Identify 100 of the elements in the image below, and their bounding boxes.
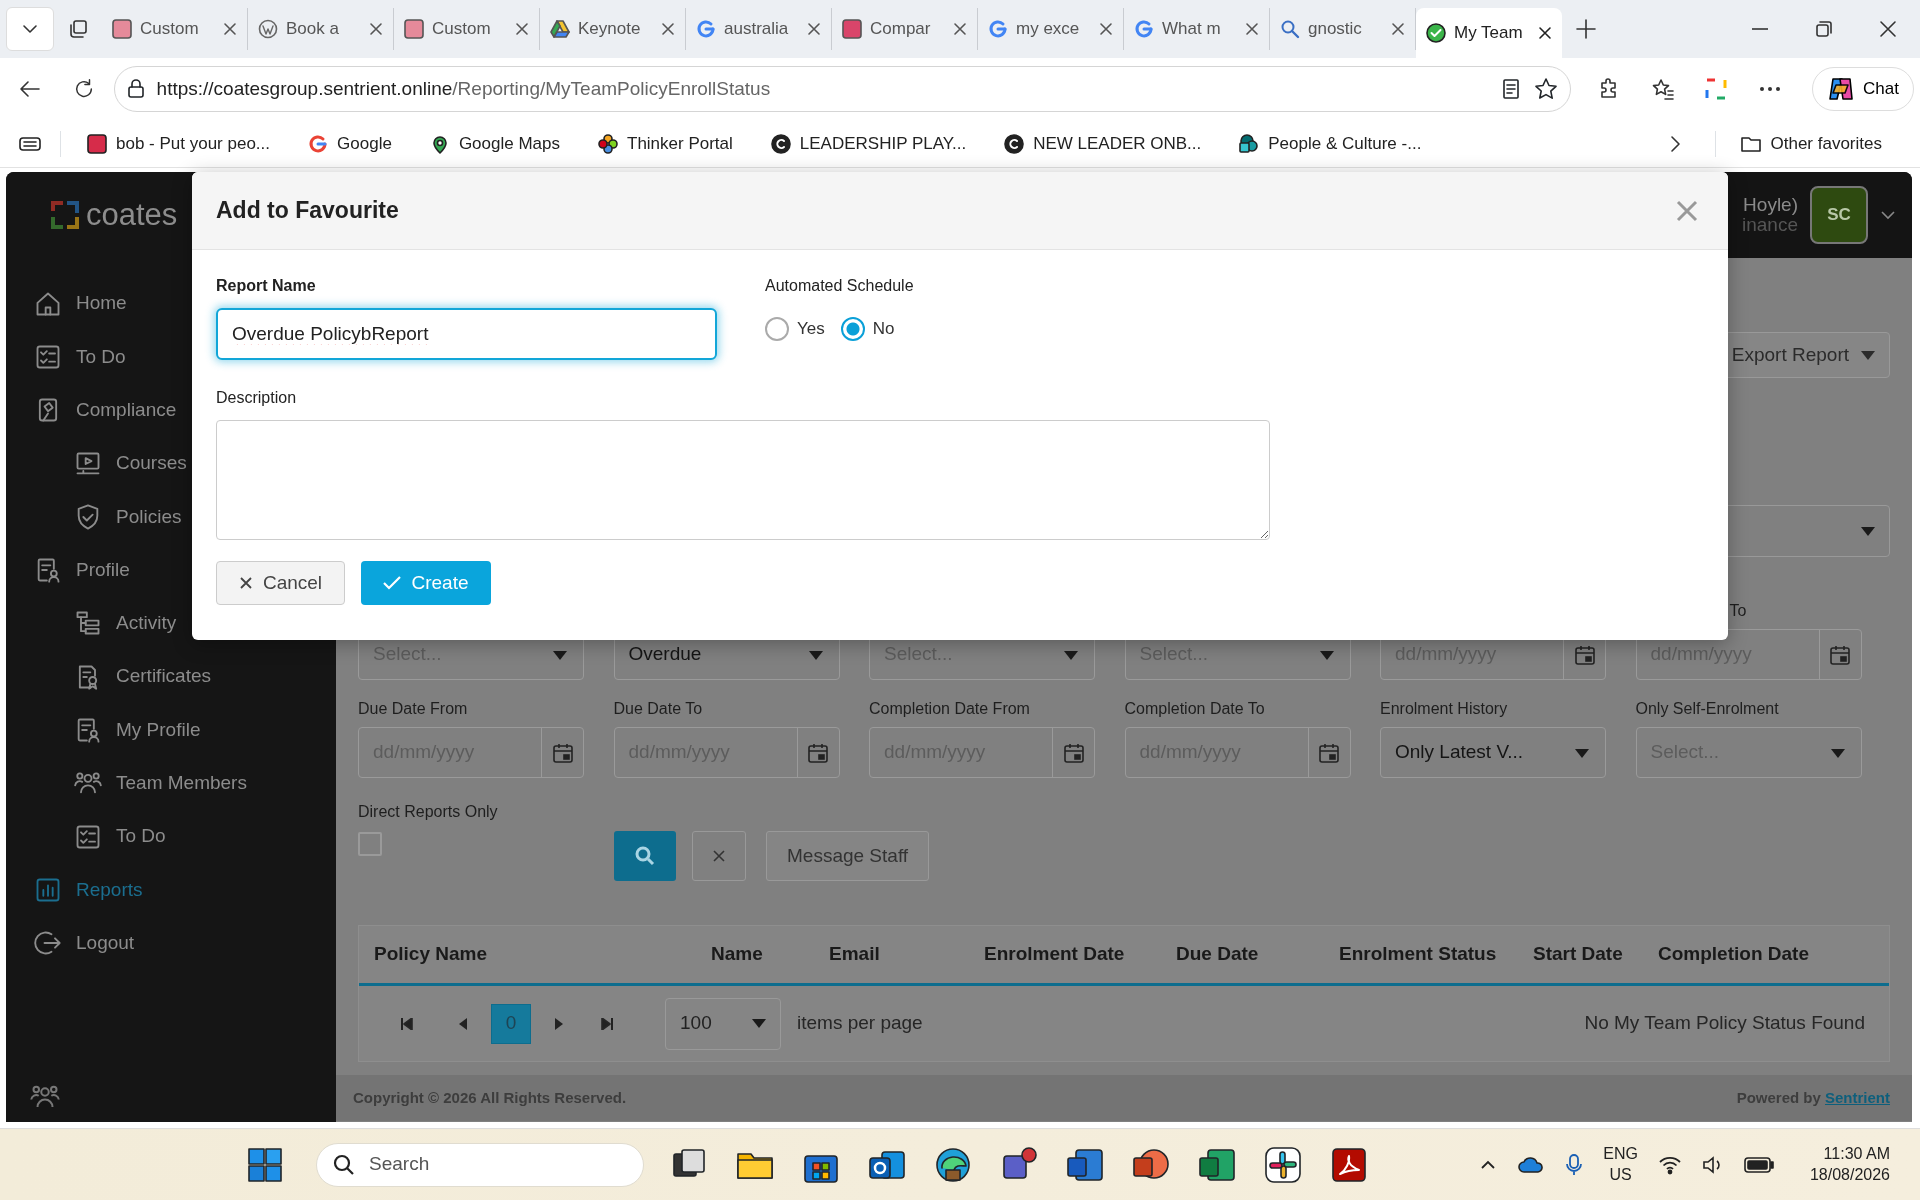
region-indicator[interactable]: US xyxy=(1609,1164,1632,1186)
column-header: Due Date xyxy=(1176,942,1260,967)
checkbox[interactable] xyxy=(358,832,382,856)
restore-icon xyxy=(1815,20,1833,38)
star-icon xyxy=(1533,77,1558,101)
description-input[interactable] xyxy=(216,420,1270,540)
wifi-icon xyxy=(1657,1154,1682,1175)
tile-icon xyxy=(842,19,862,39)
tile-icon xyxy=(112,19,132,39)
url-path: /Reporting/MyTeamPolicyEnrollStatus xyxy=(452,77,771,99)
radio-option[interactable]: Yes xyxy=(765,316,825,342)
radio-option[interactable]: No xyxy=(840,316,895,342)
bookmark[interactable]: bob - Put your peo... xyxy=(79,126,279,161)
column-header: Enrolment Date xyxy=(984,942,1126,967)
calendar-icon xyxy=(1062,741,1085,764)
close-icon xyxy=(1245,22,1259,36)
sidebar-subitem[interactable]: To Do xyxy=(6,809,336,864)
browser-tab[interactable]: australia xyxy=(686,8,832,50)
close-icon xyxy=(1676,199,1698,222)
user-avatar[interactable]: SC xyxy=(1810,186,1868,244)
search-icon xyxy=(635,846,655,866)
google-icon xyxy=(308,133,329,154)
close-icon xyxy=(238,576,253,590)
caret-down-icon xyxy=(553,650,567,660)
sidebar-subitem[interactable]: Courses xyxy=(6,436,336,491)
close-icon xyxy=(515,22,529,36)
more-icon xyxy=(1759,86,1782,92)
caret-down-icon xyxy=(1861,350,1875,360)
browser-tab[interactable]: Book a xyxy=(248,8,394,50)
column-header: Enrolment Status xyxy=(1339,942,1498,967)
google-icon xyxy=(1134,19,1154,39)
browser-tab[interactable]: my exce xyxy=(978,8,1124,50)
other-favorites-folder[interactable]: Other favorites xyxy=(1731,126,1890,161)
bookmark[interactable]: NEW LEADER ONB... xyxy=(996,126,1210,161)
search-button[interactable] xyxy=(614,831,676,881)
taskbar-search[interactable]: Search xyxy=(316,1142,644,1187)
circle-logo-icon xyxy=(1004,133,1025,154)
close-icon xyxy=(712,849,726,863)
browser-tab[interactable]: Compar xyxy=(832,8,978,50)
google-icon xyxy=(988,19,1008,39)
flower-icon xyxy=(598,133,618,154)
powered-by-text: Powered by xyxy=(1736,1088,1822,1106)
favorites-icon xyxy=(1650,77,1675,101)
field-label: Due Date From xyxy=(358,700,468,717)
sidebar-subitem[interactable]: Policies xyxy=(6,490,336,544)
tile-icon xyxy=(404,19,424,39)
close-icon xyxy=(661,22,675,36)
calendar-icon xyxy=(1318,741,1340,764)
caret-down-icon xyxy=(1861,526,1875,536)
bookmark[interactable]: Google xyxy=(300,126,400,161)
sidebar-item[interactable]: Reports xyxy=(6,863,336,917)
browser-tab[interactable]: Custom xyxy=(394,8,540,50)
pinwheel-icon xyxy=(1264,1145,1302,1184)
sidebar-subitem[interactable]: My Profile xyxy=(6,703,336,757)
bookmark[interactable]: Thinker Portal xyxy=(590,126,741,161)
close-icon xyxy=(1538,26,1552,40)
caret-down-icon xyxy=(1575,748,1589,758)
triangle-right-icon xyxy=(555,1017,563,1030)
sidebar-item[interactable]: Logout xyxy=(6,916,336,970)
caret-down-icon xyxy=(808,650,823,660)
close-icon xyxy=(1879,20,1897,38)
pdf-app-icon xyxy=(1330,1145,1368,1184)
column-header: Policy Name xyxy=(374,942,488,967)
caret-down-icon xyxy=(1064,650,1078,660)
sidebar-subitem[interactable]: Certificates xyxy=(6,650,336,704)
column-header: Email xyxy=(829,942,881,967)
sidebar-subitem[interactable]: Team Members xyxy=(6,756,336,810)
cancel-button[interactable]: Cancel xyxy=(216,561,345,605)
first-page-icon xyxy=(401,1017,413,1030)
chat-button[interactable]: Chat xyxy=(1812,67,1914,111)
language-indicator[interactable]: ENG xyxy=(1603,1143,1638,1165)
calendar-icon xyxy=(1829,643,1851,666)
clock-date[interactable]: 18/08/2026 xyxy=(1809,1164,1890,1186)
browser-tab[interactable]: Keynote xyxy=(540,8,686,50)
browser-tab[interactable]: What m xyxy=(1124,8,1270,50)
tile-icon xyxy=(87,133,107,154)
field-label: Direct Reports Only xyxy=(358,802,499,822)
report-name-input[interactable]: Overdue PolicybReport xyxy=(216,308,717,360)
page-size-select[interactable]: 100 xyxy=(665,997,781,1050)
close-icon xyxy=(1099,22,1113,36)
field-label: Due Date To xyxy=(613,700,703,717)
message-staff-button[interactable]: Message Staff xyxy=(766,831,930,881)
field-label: Description xyxy=(216,388,298,408)
select-field[interactable]: Only Latest V... xyxy=(1380,727,1606,778)
close-icon xyxy=(369,22,383,36)
field-label: Enrolment History xyxy=(1380,700,1508,717)
copilot-icon xyxy=(1827,75,1856,103)
search-icon xyxy=(1280,19,1300,39)
close-icon xyxy=(1391,22,1405,36)
field-label: Report Name xyxy=(216,276,317,296)
browser-tab[interactable]: Custom xyxy=(102,8,248,50)
bookmark[interactable]: Google Maps xyxy=(421,126,568,161)
browser-icon xyxy=(934,1145,972,1184)
column-header: Completion Date xyxy=(1658,942,1810,967)
clock-time[interactable]: 11:30 AM xyxy=(1823,1143,1890,1165)
create-button[interactable]: Create xyxy=(361,561,491,605)
browser-tab[interactable]: My Team xyxy=(1416,8,1562,58)
bookmark[interactable]: People & Culture -... xyxy=(1231,126,1430,161)
bookmark[interactable]: LEADERSHIP PLAY... xyxy=(762,126,975,161)
last-page-icon xyxy=(601,1017,613,1030)
